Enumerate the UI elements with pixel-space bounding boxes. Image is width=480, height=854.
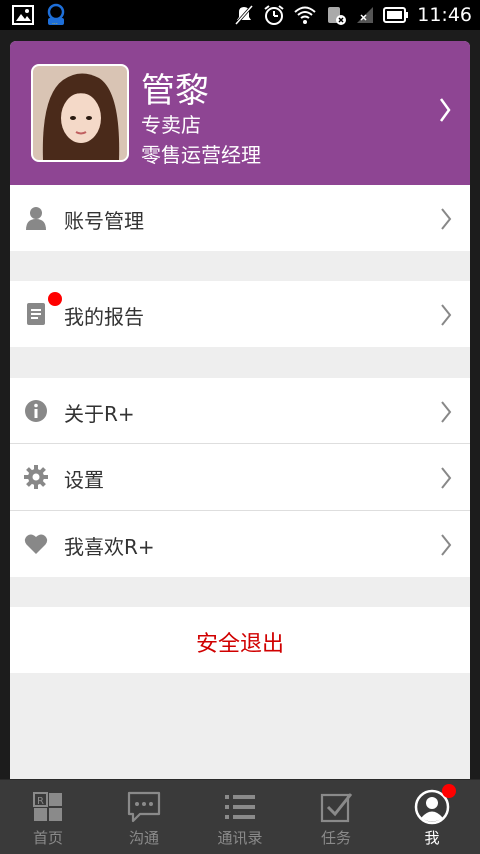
home-icon: R [30, 789, 66, 825]
signal-icon [355, 5, 375, 25]
chevron-right-icon [438, 97, 452, 127]
menu-item-label: 设置 [64, 468, 104, 492]
profile-menu-panel: 管黎 专卖店 零售运营经理 账号管理 我的报告 关于R+ 设置 我喜欢R+ 安全… [10, 41, 470, 779]
clock-time: 11:46 [417, 4, 472, 26]
bottom-nav: R 首页 沟通 通讯录 任务 我 [0, 779, 480, 854]
status-bar: ... 11:46 [0, 0, 480, 30]
menu-item-label: 我喜欢R+ [64, 535, 155, 559]
profile-store: 专卖店 [141, 113, 201, 137]
contacts-list-icon [222, 789, 258, 825]
nav-item-chat[interactable]: 沟通 [96, 780, 192, 854]
chevron-right-icon [440, 303, 452, 331]
menu-item-settings[interactable]: 设置 [10, 444, 470, 510]
nav-item-home[interactable]: R 首页 [0, 780, 96, 854]
nav-label: 首页 [32, 829, 63, 847]
info-icon [24, 399, 48, 423]
battery-icon [383, 7, 409, 23]
notification-dot [48, 292, 62, 306]
wifi-icon [293, 5, 317, 25]
profile-name: 管黎 [141, 71, 209, 111]
chat-icon [126, 789, 162, 825]
nav-item-contacts[interactable]: 通讯录 [192, 780, 288, 854]
profile-role: 零售运营经理 [141, 143, 261, 167]
chevron-right-icon [440, 466, 452, 494]
chat-notification-icon: ... [44, 3, 70, 27]
profile-header[interactable]: 管黎 专卖店 零售运营经理 [10, 41, 470, 185]
alarm-icon [263, 4, 285, 26]
nav-label: 沟通 [128, 829, 159, 847]
menu-item-label: 我的报告 [64, 305, 144, 329]
report-icon [24, 302, 48, 326]
heart-icon [24, 532, 48, 556]
chevron-right-icon [440, 533, 452, 561]
chevron-right-icon [440, 207, 452, 235]
menu-item-like[interactable]: 我喜欢R+ [10, 511, 470, 577]
menu-item-label: 账号管理 [64, 209, 144, 233]
menu-item-reports[interactable]: 我的报告 [10, 281, 470, 347]
task-check-icon [318, 789, 354, 825]
logout-label: 安全退出 [195, 632, 284, 657]
menu-item-about[interactable]: 关于R+ [10, 378, 470, 444]
image-icon [12, 5, 34, 25]
menu-item-label: 关于R+ [64, 402, 135, 426]
sim-icon [325, 4, 347, 26]
svg-text:R: R [37, 796, 44, 807]
nav-item-me[interactable]: 我 [384, 780, 480, 854]
avatar [31, 64, 129, 162]
notification-dot [442, 784, 456, 798]
nav-item-tasks[interactable]: 任务 [288, 780, 384, 854]
menu-item-account[interactable]: 账号管理 [10, 185, 470, 251]
logout-button[interactable]: 安全退出 [10, 607, 470, 673]
gear-icon [24, 465, 48, 489]
nav-label: 任务 [320, 829, 351, 847]
nav-label: 我 [424, 829, 440, 847]
user-icon [24, 206, 48, 230]
muted-icon [233, 4, 255, 26]
svg-text:...: ... [52, 19, 58, 26]
nav-label: 通讯录 [217, 829, 263, 847]
chevron-right-icon [440, 400, 452, 428]
